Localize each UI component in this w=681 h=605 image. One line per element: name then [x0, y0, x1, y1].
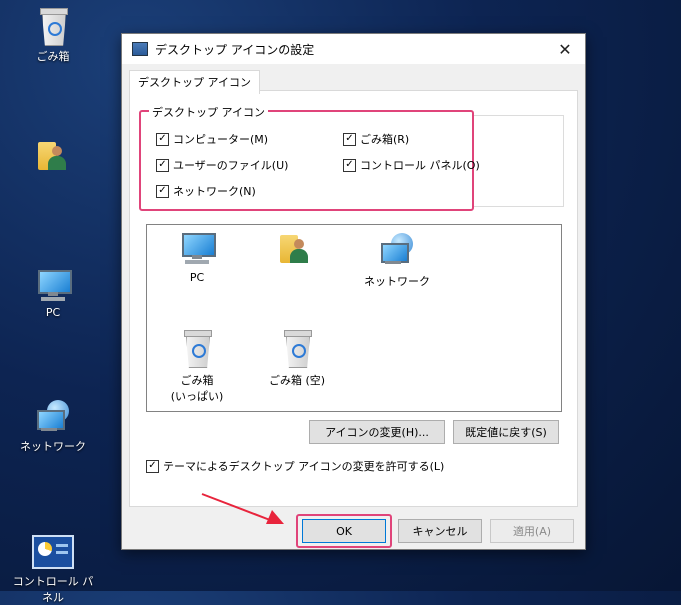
pc-icon	[35, 270, 72, 302]
pointer-arrow-icon	[201, 493, 284, 524]
group-border	[472, 115, 564, 207]
recycle-bin-full-icon	[182, 330, 212, 368]
tab-desktop-icons[interactable]: デスクトップ アイコン	[129, 70, 260, 94]
desktop-icon-label: PC	[45, 306, 61, 319]
icon-list[interactable]: PC ネットワーク ごみ箱 (いっぱい) ごみ箱 (空)	[146, 224, 562, 412]
ok-button[interactable]: OK	[302, 519, 386, 543]
user-folder-icon	[38, 140, 68, 172]
network-icon	[35, 400, 71, 434]
checkbox-label: コンピューター(M)	[173, 133, 269, 146]
checkbox-box[interactable]: ✓	[156, 158, 169, 172]
checkbox-label: ネットワーク(N)	[173, 185, 256, 198]
list-item-label-blurred	[255, 271, 335, 284]
checkbox-box[interactable]: ✓	[156, 132, 169, 146]
checkbox-box[interactable]: ✓	[343, 158, 356, 172]
checkbox-control-panel[interactable]: ✓ コントロール パネル(O)	[343, 157, 480, 173]
network-icon	[379, 233, 415, 267]
checkbox-network[interactable]: ✓ ネットワーク(N)	[156, 183, 256, 199]
checkbox-recycle-bin[interactable]: ✓ ごみ箱(R)	[343, 131, 409, 147]
dialog-title: デスクトップ アイコンの設定	[155, 42, 315, 57]
list-item-pc[interactable]: PC	[157, 233, 237, 284]
pc-icon	[179, 233, 216, 265]
group-label: デスクトップ アイコン	[149, 104, 268, 120]
control-panel-icon	[32, 535, 74, 569]
desktop-icon-user-files[interactable]	[8, 140, 98, 189]
desktop-icon-control-panel[interactable]: コントロール パネル	[8, 535, 98, 605]
list-item-label: ネットワーク	[364, 275, 430, 288]
settings-window-icon	[132, 42, 148, 56]
list-item-label: PC	[189, 271, 205, 284]
restore-default-button[interactable]: 既定値に戻す(S)	[453, 420, 559, 444]
list-item-recycle-bin-full[interactable]: ごみ箱 (いっぱい)	[157, 330, 237, 404]
apply-button[interactable]: 適用(A)	[490, 519, 574, 543]
list-item-label: ごみ箱 (いっぱい)	[170, 374, 224, 403]
checkbox-label: テーマによるデスクトップ アイコンの変更を許可する(L)	[163, 460, 445, 473]
checkbox-box[interactable]: ✓	[146, 459, 159, 473]
checkbox-label: ごみ箱(R)	[360, 133, 410, 146]
desktop-icon-label: コントロール パネル	[12, 575, 94, 604]
desktop-icon-pc[interactable]: PC	[8, 270, 98, 319]
checkbox-computer[interactable]: ✓ コンピューター(M)	[156, 131, 268, 147]
cancel-button[interactable]: キャンセル	[398, 519, 482, 543]
desktop-icon-settings-dialog: デスクトップ アイコンの設定 ✕ デスクトップ アイコン デスクトップ アイコン…	[121, 33, 586, 550]
desktop-icon-label: ごみ箱	[36, 50, 70, 63]
checkbox-box[interactable]: ✓	[156, 184, 169, 198]
user-folder-icon	[280, 233, 310, 265]
list-item-label: ごみ箱 (空)	[268, 374, 326, 387]
checkbox-user-files[interactable]: ✓ ユーザーのファイル(U)	[156, 157, 288, 173]
list-item-user-files[interactable]	[255, 233, 335, 284]
checkbox-allow-theme-change[interactable]: ✓ テーマによるデスクトップ アイコンの変更を許可する(L)	[146, 458, 444, 474]
list-item-network[interactable]: ネットワーク	[357, 233, 437, 289]
change-icon-button[interactable]: アイコンの変更(H)...	[309, 420, 445, 444]
checkbox-label: コントロール パネル(O)	[360, 159, 480, 172]
recycle-bin-empty-icon	[282, 330, 312, 368]
desktop-icon-label: ネットワーク	[20, 440, 86, 453]
title-bar: デスクトップ アイコンの設定 ✕	[122, 34, 585, 64]
list-item-recycle-bin-empty[interactable]: ごみ箱 (空)	[257, 330, 337, 388]
recycle-bin-icon	[38, 8, 68, 46]
checkbox-box[interactable]: ✓	[343, 132, 356, 146]
desktop-icon-label-blurred	[8, 176, 98, 189]
checkbox-label: ユーザーのファイル(U)	[173, 159, 289, 172]
desktop-icon-network[interactable]: ネットワーク	[8, 400, 98, 454]
close-button[interactable]: ✕	[545, 34, 585, 64]
desktop-icon-recycle-bin[interactable]: ごみ箱	[8, 8, 98, 64]
